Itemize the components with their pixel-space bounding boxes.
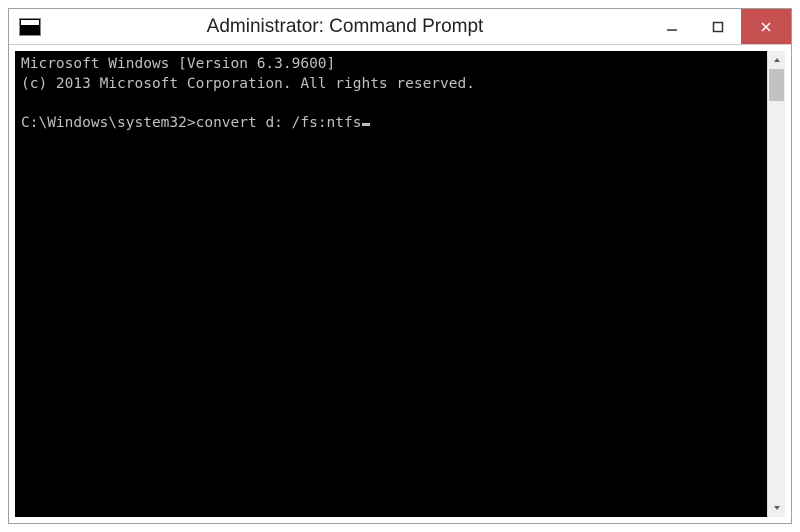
console-prompt-line: C:\Windows\system32>convert d: /fs:ntfs bbox=[21, 115, 370, 131]
prompt-text: C:\Windows\system32> bbox=[21, 115, 196, 131]
titlebar[interactable]: Administrator: Command Prompt bbox=[9, 9, 791, 45]
cmd-icon bbox=[19, 18, 41, 36]
vertical-scrollbar[interactable] bbox=[767, 51, 785, 517]
console-output[interactable]: Microsoft Windows [Version 6.3.9600] (c)… bbox=[15, 51, 767, 517]
scrollbar-track[interactable] bbox=[768, 69, 785, 499]
client-area: Microsoft Windows [Version 6.3.9600] (c)… bbox=[9, 45, 791, 523]
minimize-button[interactable] bbox=[649, 9, 695, 44]
console-line: (c) 2013 Microsoft Corporation. All righ… bbox=[21, 76, 475, 92]
command-prompt-window: Administrator: Command Prompt Microsoft … bbox=[8, 8, 792, 524]
maximize-button[interactable] bbox=[695, 9, 741, 44]
window-controls bbox=[649, 9, 791, 44]
close-button[interactable] bbox=[741, 9, 791, 44]
scroll-down-button[interactable] bbox=[768, 499, 785, 517]
cursor bbox=[362, 123, 370, 126]
scrollbar-thumb[interactable] bbox=[769, 69, 784, 101]
window-title: Administrator: Command Prompt bbox=[41, 16, 649, 38]
scroll-up-button[interactable] bbox=[768, 51, 785, 69]
command-text: convert d: /fs:ntfs bbox=[196, 115, 362, 131]
console-line: Microsoft Windows [Version 6.3.9600] bbox=[21, 56, 335, 72]
